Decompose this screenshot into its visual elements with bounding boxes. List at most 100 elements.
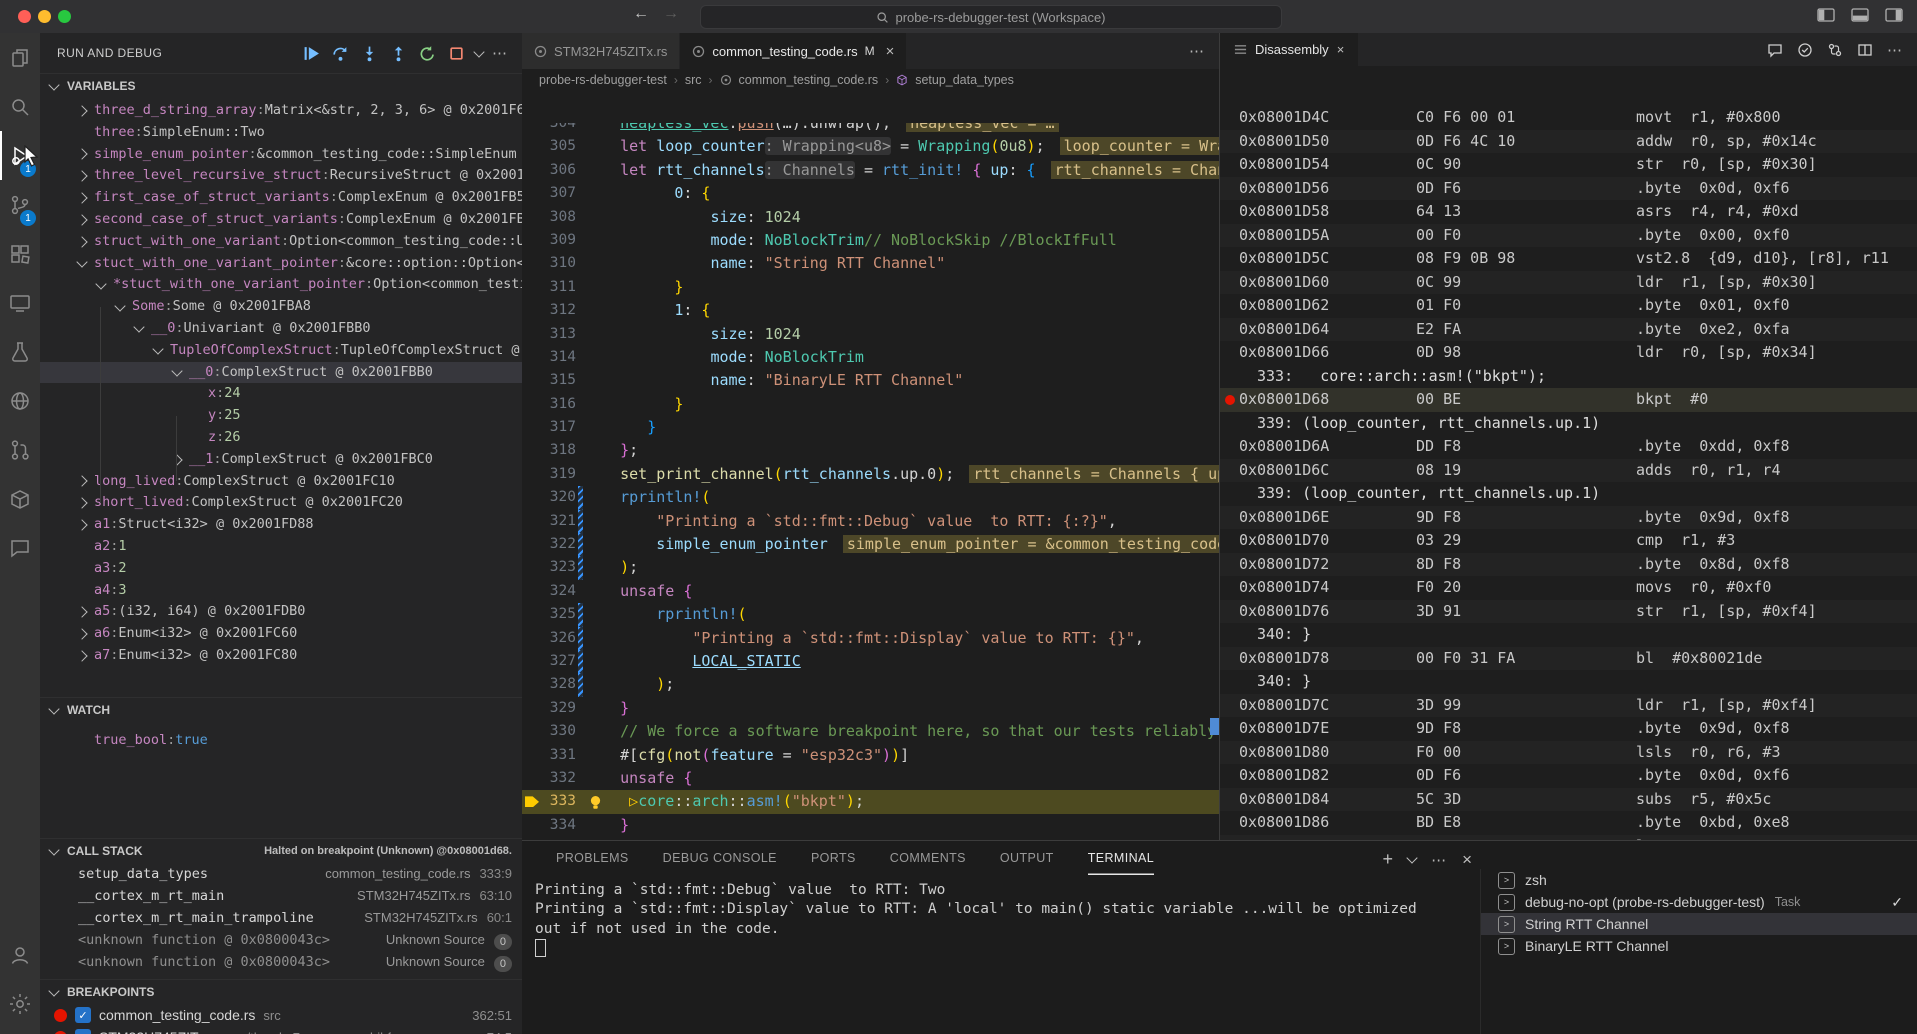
activity-explorer[interactable] [0, 33, 40, 82]
disasm-row[interactable]: 0x08001D7E9D F8.byte 0x9d, 0xf8 [1220, 717, 1917, 741]
line-number[interactable]: 310 [550, 252, 576, 275]
variable-row[interactable]: second_case_of_struct_variants: ComplexE… [40, 209, 522, 231]
line-number[interactable]: 313 [550, 323, 576, 346]
line-number[interactable]: 315 [550, 369, 576, 392]
activity-packages[interactable] [0, 474, 40, 523]
disasm-row[interactable]: 0x08001D64E2 FA.byte 0xe2, 0xfa [1220, 318, 1917, 342]
split-editor-icon[interactable] [1857, 42, 1873, 58]
maximize-window-button[interactable] [58, 10, 71, 23]
variable-row[interactable]: __1: ComplexStruct @ 0x2001FBC0 [40, 449, 522, 471]
disasm-row[interactable]: 0x08001D845C 3Dsubs r5, #0x5c [1220, 788, 1917, 812]
breakpoint-checkbox[interactable]: ✓ [75, 1007, 91, 1023]
line-number[interactable]: 326 [550, 627, 576, 650]
line-number[interactable]: 308 [550, 206, 576, 229]
code-area[interactable]: 304 heapless_vec.push(…).unwrap(); heapl… [522, 123, 1219, 840]
forward-icon[interactable]: → [663, 5, 679, 23]
line-number[interactable]: 311 [550, 276, 576, 299]
line-number[interactable]: 319 [550, 463, 576, 486]
variable-row[interactable]: a2: 1 [40, 536, 522, 558]
code-line[interactable]: 310 name: "String RTT Channel" [522, 252, 1219, 275]
code-line[interactable]: 314 mode: NoBlockTrim [522, 346, 1219, 369]
tab-disassembly[interactable]: Disassembly × [1220, 33, 1358, 66]
code-line[interactable]: 324 unsafe { [522, 580, 1219, 603]
disasm-row[interactable]: 0x08001D660D 98ldr r0, [sp, #0x34] [1220, 341, 1917, 365]
watch-section-header[interactable]: WATCH [40, 697, 522, 722]
panel-tab-comments[interactable]: COMMENTS [890, 841, 966, 875]
disasm-row[interactable]: 0x08001D600C 99ldr r1, [sp, #0x30] [1220, 271, 1917, 295]
line-number[interactable]: 312 [550, 299, 576, 322]
code-line[interactable]: 326 "Printing a `std::fmt::Display` valu… [522, 627, 1219, 650]
line-number[interactable]: 333 [550, 790, 576, 813]
variables-section-header[interactable]: VARIABLES [40, 73, 522, 98]
variable-row[interactable]: first_case_of_struct_variants: ComplexEn… [40, 187, 522, 209]
panel-tab-terminal[interactable]: TERMINAL [1088, 841, 1154, 875]
line-number[interactable]: 327 [550, 650, 576, 673]
disasm-row[interactable]: 0x08001D5A00 F0.byte 0x00, 0xf0 [1220, 224, 1917, 248]
breakpoint-row[interactable]: ✓common_testing_code.rssrc362:51 [40, 1004, 522, 1026]
disasm-row[interactable]: 0x08001D763D 91str r1, [sp, #0xf4] [1220, 600, 1917, 624]
line-number[interactable]: 305 [550, 135, 576, 158]
terminal-list-item[interactable]: >debug-no-opt (probe-rs-debugger-test)Ta… [1481, 891, 1917, 913]
code-line[interactable]: 308 size: 1024 [522, 206, 1219, 229]
activity-pull-requests[interactable] [0, 425, 40, 474]
disasm-row[interactable]: 0x08001D728D F8.byte 0x8d, 0xf8 [1220, 553, 1917, 577]
code-line[interactable]: 325 rprintln!( [522, 603, 1219, 626]
line-number[interactable]: 331 [550, 744, 576, 767]
variable-row[interactable]: true_bool: true [40, 730, 522, 752]
breadcrumb-item[interactable]: src [685, 73, 702, 87]
disasm-row[interactable]: 0x08001D6800 BEbkpt #0 [1220, 388, 1917, 412]
variable-row[interactable]: __0: ComplexStruct @ 0x2001FBB0 [40, 362, 522, 384]
breadcrumb-item[interactable]: common_testing_code.rs [739, 73, 879, 87]
disasm-row[interactable]: 0x08001D500D F6 4C 10addw r0, sp, #0x14c [1220, 130, 1917, 154]
code-line[interactable]: 319 set_print_channel(rtt_channels.up.0)… [522, 463, 1219, 486]
code-line[interactable]: 322 simple_enum_pointer simple_enum_poin… [522, 533, 1219, 556]
line-number[interactable]: 316 [550, 393, 576, 416]
close-panel-icon[interactable]: × [1462, 850, 1472, 870]
line-number[interactable]: 320 [550, 486, 576, 509]
variable-row[interactable]: x: 24 [40, 383, 522, 405]
code-line[interactable]: 330 // We force a software breakpoint he… [522, 720, 1219, 743]
step-over-button[interactable] [330, 43, 350, 63]
terminal-list-item[interactable]: >String RTT Channel [1481, 913, 1917, 935]
variable-row[interactable]: three_level_recursive_struct: RecursiveS… [40, 165, 522, 187]
breadcrumb-item[interactable]: probe-rs-debugger-test [539, 73, 667, 87]
toggle-panel-icon[interactable] [1851, 7, 1869, 23]
code-line[interactable]: 334 } [522, 814, 1219, 837]
stop-button[interactable] [446, 43, 466, 63]
disasm-row[interactable]: 0x08001D7800 F0 31 FAbl #0x80021de [1220, 647, 1917, 671]
disasm-row[interactable]: 0x08001D560D F6.byte 0x0d, 0xf6 [1220, 177, 1917, 201]
terminal-list-item[interactable]: >BinaryLE RTT Channel [1481, 935, 1917, 957]
line-number[interactable]: 318 [550, 439, 576, 462]
disasm-row[interactable]: 0x08001D6201 F0.byte 0x01, 0xf0 [1220, 294, 1917, 318]
code-line[interactable]: 327 LOCAL_STATIC [522, 650, 1219, 673]
line-number[interactable]: 329 [550, 697, 576, 720]
variable-row[interactable]: three_d_string_array: Matrix<&str, 2, 3,… [40, 100, 522, 122]
line-number[interactable]: 325 [550, 603, 576, 626]
line-number[interactable]: 323 [550, 556, 576, 579]
disasm-row[interactable]: 0x08001D820D F6.byte 0x0d, 0xf6 [1220, 764, 1917, 788]
panel-tab-ports[interactable]: PORTS [811, 841, 856, 875]
disasm-row[interactable]: 0x08001D80F0 00lsls r0, r6, #3 [1220, 741, 1917, 765]
breadcrumb[interactable]: probe-rs-debugger-test› src› common_test… [522, 69, 1219, 90]
tab-common-testing-code[interactable]: common_testing_code.rs M × [680, 33, 907, 69]
callstack-frame[interactable]: __cortex_m_rt_mainSTM32H745ZITx.rs63:10 [40, 885, 522, 907]
code-line[interactable]: 332 unsafe { [522, 767, 1219, 790]
close-tab-icon[interactable]: × [886, 43, 895, 60]
more-actions-icon[interactable]: ⋯ [492, 44, 508, 62]
check-circle-icon[interactable] [1797, 42, 1813, 58]
code-line[interactable]: 323 ); [522, 556, 1219, 579]
code-line[interactable]: 333 ▷core::arch::asm!("bkpt"); [522, 790, 1219, 813]
code-line[interactable]: 313 size: 1024 [522, 323, 1219, 346]
panel-tab-problems[interactable]: PROBLEMS [556, 841, 629, 875]
terminal-list-item[interactable]: >zsh [1481, 869, 1917, 891]
line-number[interactable]: 330 [550, 720, 576, 743]
account-button[interactable] [0, 930, 40, 979]
code-line[interactable]: 306 let rtt_channels: Channels = rtt_ini… [522, 159, 1219, 182]
disasm-row[interactable]: 0x08001D6ADD F8.byte 0xdd, 0xf8 [1220, 435, 1917, 459]
variable-row[interactable]: a3: 2 [40, 558, 522, 580]
code-line[interactable]: 312 1: { [522, 299, 1219, 322]
line-number[interactable]: 322 [550, 533, 576, 556]
command-center-search[interactable]: probe-rs-debugger-test (Workspace) [700, 5, 1282, 29]
settings-button[interactable] [0, 979, 40, 1028]
line-number[interactable]: 328 [550, 673, 576, 696]
